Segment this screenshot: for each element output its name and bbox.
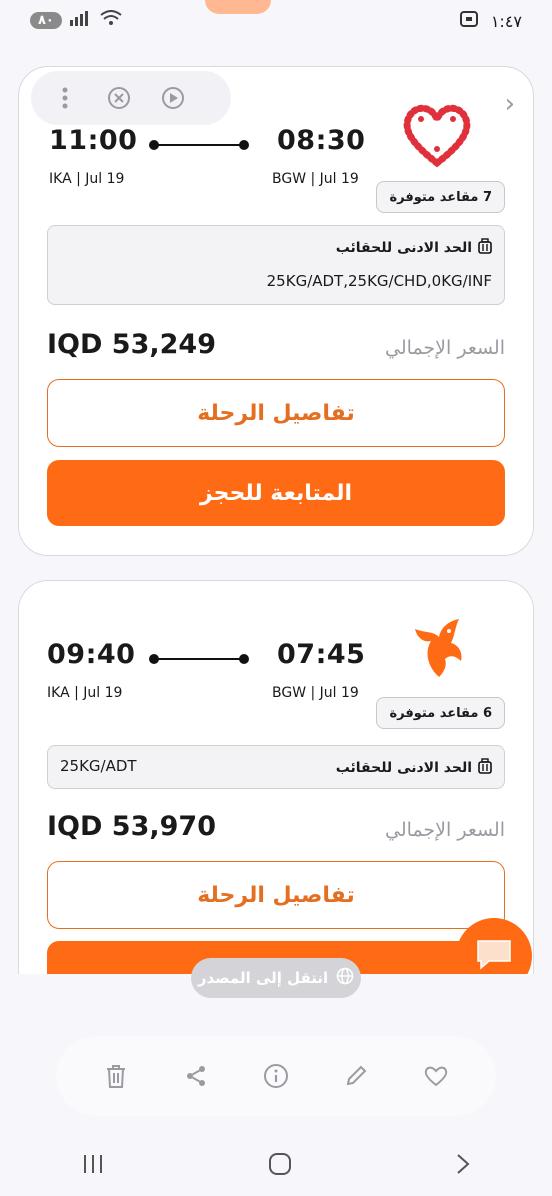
signal-icon <box>69 10 92 30</box>
play-icon[interactable] <box>159 84 187 112</box>
flight-card: 09:40 07:45 IKA | Jul 19 BGW | Jul 19 6 … <box>18 580 534 974</box>
more-options-icon[interactable] <box>51 84 79 112</box>
clock: ١:٤٧ <box>490 11 522 31</box>
departure-airport: BGW | Jul 19 <box>272 685 359 701</box>
arrival-airport: IKA | Jul 19 <box>49 171 125 187</box>
status-left: ٨٠ <box>30 10 122 30</box>
recent-apps-icon[interactable] <box>81 1152 105 1182</box>
seats-badge: 7 مقاعد متوفرة <box>376 181 505 213</box>
flight-results[interactable]: › 11:00 08:30 IKA | Jul 19 BGW | Jul 19 … <box>0 44 552 974</box>
total-price: IQD 53,249 <box>47 329 217 360</box>
flight-details-button[interactable]: تفاصيل الرحلة <box>47 861 505 929</box>
total-price: IQD 53,970 <box>47 811 217 842</box>
departure-time: 08:30 <box>277 125 366 156</box>
route-dot <box>239 140 249 150</box>
gallery-action-bar <box>56 1036 496 1116</box>
arrival-time: 09:40 <box>47 639 136 670</box>
departure-airport: BGW | Jul 19 <box>272 171 359 187</box>
chevron-right-icon[interactable]: › <box>505 89 515 119</box>
route-line <box>149 140 249 150</box>
arrival-time: 11:00 <box>49 125 138 156</box>
go-to-source-button[interactable]: انتقل إلى المصدر <box>191 958 361 998</box>
luggage-icon <box>478 758 492 778</box>
wifi-icon <box>100 10 122 30</box>
baggage-header: الحد الادنى للحقائب <box>336 238 492 258</box>
continue-booking-button[interactable]: المتابعة للحجز <box>47 460 505 526</box>
battery-indicator: ٨٠ <box>30 11 62 29</box>
favorite-icon[interactable] <box>421 1061 451 1091</box>
baggage-title: الحد الادنى للحقائب <box>335 240 472 256</box>
status-bar: ٨٠ ١:٤٧ <box>0 0 552 44</box>
chat-icon <box>475 937 513 975</box>
route-dot <box>149 654 159 664</box>
heart-logo-icon <box>401 99 473 171</box>
flight-details-button[interactable]: تفاصيل الرحلة <box>47 379 505 447</box>
route-line <box>149 654 249 664</box>
phoenix-logo-icon <box>405 613 477 685</box>
status-right: ١:٤٧ <box>459 10 522 32</box>
route-dot <box>239 654 249 664</box>
route-dot <box>149 140 159 150</box>
top-notch <box>205 0 271 14</box>
price-label: السعر الإجمالي <box>385 337 505 359</box>
departure-time: 07:45 <box>277 639 366 670</box>
system-nav-bar <box>0 1138 552 1196</box>
go-to-source-label: انتقل إلى المصدر <box>197 969 329 987</box>
arrival-airport: IKA | Jul 19 <box>47 685 123 701</box>
delete-icon[interactable] <box>101 1061 131 1091</box>
price-label: السعر الإجمالي <box>385 819 505 841</box>
luggage-icon <box>478 238 492 258</box>
home-icon[interactable] <box>268 1152 292 1183</box>
edit-icon[interactable] <box>341 1061 371 1091</box>
seats-badge: 6 مقاعد متوفرة <box>376 697 505 729</box>
viewer-toolbar <box>31 71 231 125</box>
baggage-title: الحد الادنى للحقائب <box>335 760 472 776</box>
globe-icon <box>336 967 354 989</box>
baggage-value: 25KG/ADT,25KG/CHD,0KG/INF <box>266 272 492 290</box>
flight-card: › 11:00 08:30 IKA | Jul 19 BGW | Jul 19 … <box>18 66 534 556</box>
baggage-header: الحد الادنى للحقائب <box>336 758 492 778</box>
back-icon[interactable] <box>455 1152 471 1183</box>
screenshot-icon <box>459 10 479 32</box>
baggage-value: 25KG/ADT <box>60 757 137 775</box>
info-icon[interactable] <box>261 1061 291 1091</box>
baggage-box: الحد الادنى للحقائب 25KG/ADT <box>47 745 505 789</box>
share-icon[interactable] <box>181 1061 211 1091</box>
baggage-box: الحد الادنى للحقائب 25KG/ADT,25KG/CHD,0K… <box>47 225 505 305</box>
rotate-icon[interactable] <box>105 84 133 112</box>
